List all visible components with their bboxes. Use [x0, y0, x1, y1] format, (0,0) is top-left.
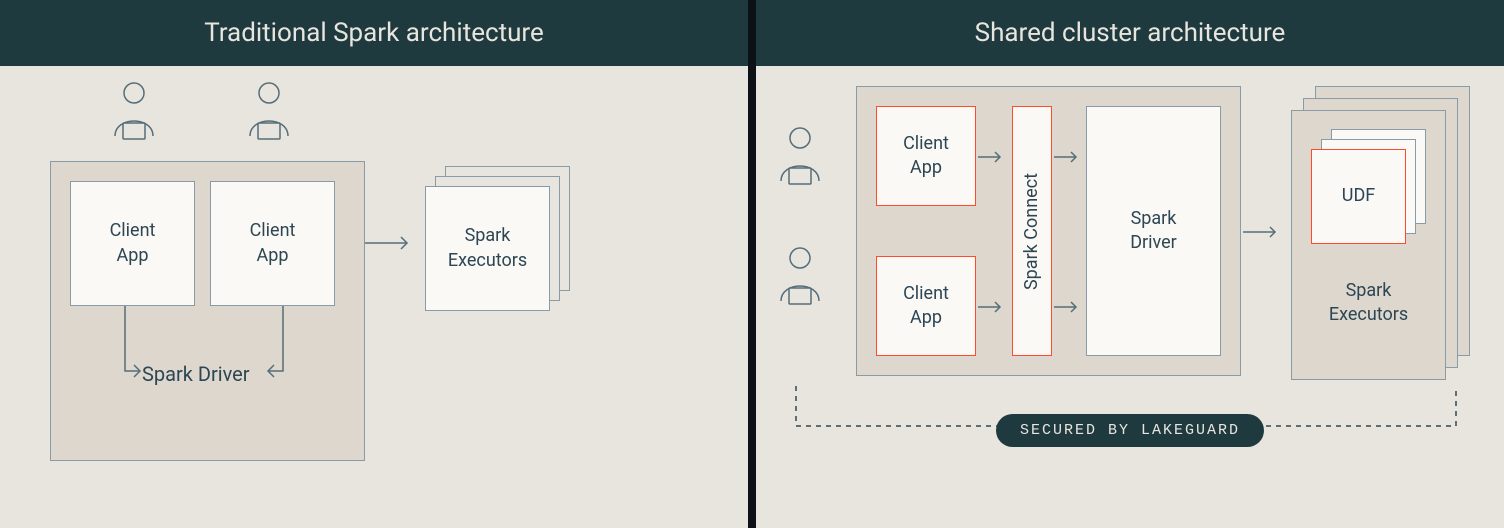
spark-executors-box: Spark Executors: [425, 186, 550, 311]
udf-box: UDF: [1311, 149, 1406, 244]
user-icon: [771, 126, 829, 200]
user-icon: [105, 81, 163, 155]
arrow-icon: [365, 234, 415, 252]
client-app-box: Client App: [210, 181, 335, 306]
shared-header: Shared cluster architecture: [756, 0, 1504, 66]
client-app-box: Client App: [876, 106, 976, 206]
arrow-icon: [978, 149, 1008, 165]
arrow-icon: [268, 306, 288, 386]
user-icon: [771, 246, 829, 320]
traditional-header: Traditional Spark architecture: [0, 0, 748, 66]
user-icon: [240, 81, 298, 155]
arrow-icon: [1054, 299, 1084, 315]
secured-badge: SECURED BY LAKEGUARD: [996, 414, 1264, 447]
shared-content: Client App Client App Spark Connect Spar…: [756, 66, 1504, 528]
spark-connect-box: Spark Connect: [1012, 106, 1052, 356]
spark-driver-box: Spark Driver: [1086, 106, 1221, 356]
spark-driver-label: Spark Driver: [142, 362, 250, 386]
spark-executors-label: Spark Executors: [1329, 279, 1408, 328]
client-app-box: Client App: [876, 256, 976, 356]
arrow-icon: [978, 299, 1008, 315]
spark-executors-stack: Spark Executors: [425, 166, 580, 321]
arrow-icon: [120, 306, 140, 386]
arrow-icon: [1054, 149, 1084, 165]
spark-connect-label: Spark Connect: [1020, 173, 1044, 290]
shared-panel: Shared cluster architecture Client App C…: [756, 0, 1504, 528]
traditional-content: Client App Client App Spark Driver Spark…: [0, 66, 748, 528]
panel-divider: [748, 0, 756, 528]
traditional-panel: Traditional Spark architecture Client Ap…: [0, 0, 748, 528]
client-app-box: Client App: [70, 181, 195, 306]
arrow-icon: [1243, 224, 1283, 240]
